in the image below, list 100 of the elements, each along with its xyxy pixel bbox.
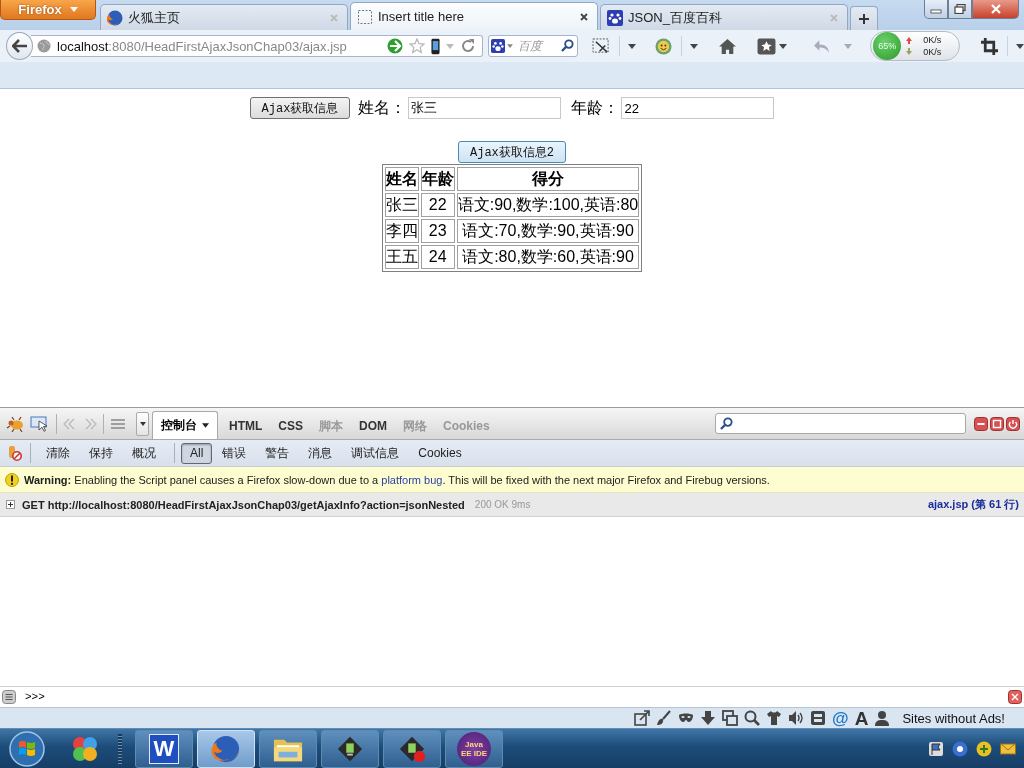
text-field[interactable]: 张三 — [408, 97, 562, 119]
windows-icon[interactable] — [722, 710, 739, 726]
url-text: localhost:8080/HeadFirstAjaxJsonChap03/ajax.jsp — [57, 38, 348, 54]
globe-icon — [37, 39, 52, 53]
start-orb-icon[interactable] — [9, 730, 45, 767]
table-cell: 李四 — [384, 219, 419, 243]
warning-icon — [5, 472, 19, 487]
arrow-left-icon — [11, 39, 28, 53]
home-icon[interactable] — [718, 37, 738, 55]
browser-tab[interactable]: JSON_百度百科 — [600, 4, 848, 30]
prohibit-sign-icon[interactable] — [8, 445, 22, 461]
flag-icon[interactable] — [928, 740, 944, 757]
speaker-icon[interactable] — [788, 710, 805, 726]
at-sign-glyph[interactable]: @ — [832, 708, 849, 728]
back-button[interactable] — [6, 32, 34, 60]
search-icon[interactable] — [744, 710, 761, 726]
diamond-icon — [335, 734, 365, 763]
fox-globe-icon — [211, 734, 241, 763]
table-cell: 24 — [420, 245, 455, 269]
minimize-icon[interactable] — [974, 416, 988, 431]
upload-rate: 0K/s — [923, 34, 942, 46]
taskbar-button[interactable] — [383, 729, 441, 768]
person-icon[interactable] — [874, 710, 891, 726]
taskbar-button[interactable] — [259, 729, 317, 768]
console-action-button[interactable]: 概况 — [123, 442, 165, 464]
browser-tab[interactable]: Insert title here — [350, 2, 598, 30]
go-arrow-icon[interactable] — [387, 38, 404, 54]
close-icon[interactable] — [579, 11, 589, 22]
address-field[interactable]: localhost:8080/HeadFirstAjaxJsonChap03/ajax.jsp — [31, 35, 484, 57]
filter-button[interactable]: 消息 — [299, 442, 342, 464]
console-action-button[interactable]: 清除 — [37, 442, 79, 464]
request-url[interactable]: GET http://localhost:8080/HeadFirstAjaxJsonChap03/getAjaxInfo?action=jsonNested — [22, 498, 465, 511]
panel-menu-button[interactable] — [136, 411, 149, 436]
brush-icon[interactable] — [656, 710, 673, 726]
console-action-button[interactable]: 保持 — [80, 442, 122, 464]
addon-status-text[interactable]: Sites without Ads! — [902, 710, 1005, 726]
table-cell: 语文:80,数学:60,英语:90 — [456, 245, 640, 269]
search-icon — [720, 417, 733, 430]
bug-icon[interactable] — [6, 415, 26, 432]
taskbar-button[interactable] — [321, 729, 379, 768]
panel-tab[interactable]: HTML — [221, 413, 271, 439]
drawer-icon[interactable] — [810, 710, 827, 726]
ring-icon[interactable] — [952, 740, 968, 757]
source-link[interactable]: ajax.jsp (第 61 行) — [927, 497, 1019, 512]
search-field[interactable] — [715, 413, 966, 434]
browser-tab[interactable]: 火狐主页 — [100, 4, 348, 30]
table-cell: 张三 — [384, 193, 419, 217]
network-speed-meter[interactable]: 65% 0K/s 0K/s — [870, 31, 961, 61]
font-glyph[interactable]: A — [854, 708, 869, 728]
text-field[interactable]: 22 — [621, 97, 775, 119]
share-icon[interactable] — [634, 710, 651, 726]
fetch-info-button[interactable]: Ajax获取信息 — [249, 97, 351, 119]
table-cell: 语文:90,数学:100,英语:80 — [456, 193, 640, 217]
inspect-icon[interactable] — [30, 415, 50, 432]
detach-icon[interactable] — [990, 416, 1004, 431]
app-logo: W — [149, 733, 179, 764]
filter-button[interactable]: Cookies — [409, 442, 471, 464]
filter-button[interactable]: All — [181, 442, 213, 464]
restore-button[interactable] — [948, 0, 972, 19]
panel-tab[interactable]: 控制台 — [152, 411, 218, 439]
taskbar-button[interactable]: Java EE IDE — [445, 729, 503, 768]
smiley-icon[interactable] — [654, 37, 674, 55]
field-label: 姓名： — [358, 97, 407, 118]
shirt-icon[interactable] — [766, 710, 783, 726]
caret-icon[interactable] — [628, 43, 637, 49]
reload-icon[interactable] — [460, 38, 477, 54]
search-icon[interactable] — [561, 39, 575, 52]
panel-tab[interactable]: DOM — [351, 413, 395, 439]
panel-tab[interactable]: CSS — [270, 413, 311, 439]
star-icon[interactable] — [409, 38, 426, 54]
menu-icon[interactable] — [2, 690, 16, 704]
filter-button[interactable]: 错误 — [213, 442, 256, 464]
close-button[interactable] — [972, 0, 1019, 19]
envelope-icon[interactable] — [1000, 740, 1016, 757]
caret-icon — [202, 423, 209, 428]
caret-icon[interactable] — [1016, 43, 1024, 49]
up-down-arrows-icon — [906, 36, 913, 56]
plus-circle-icon[interactable] — [976, 740, 992, 757]
table-cell: 王五 — [384, 245, 419, 269]
download-rate: 0K/s — [923, 46, 942, 58]
phone-icon[interactable] — [431, 37, 441, 55]
crop-icon[interactable] — [980, 37, 1000, 55]
new-tab-button[interactable] — [850, 6, 878, 30]
caret-icon[interactable] — [690, 43, 699, 49]
download-arrow-icon[interactable] — [700, 710, 717, 726]
taskbar-button[interactable]: W — [135, 729, 193, 768]
column-header: 年龄 — [420, 167, 455, 191]
close-icon[interactable] — [1008, 690, 1022, 704]
app-logo: Java EE IDE — [457, 731, 491, 766]
screenshot-icon[interactable] — [592, 37, 612, 55]
fetch-info-button[interactable]: Ajax获取信息2 — [458, 141, 566, 163]
fox-globe-icon — [107, 9, 123, 26]
percent-badge: 65% — [873, 32, 902, 60]
caret-icon[interactable] — [779, 43, 788, 49]
close-icon — [989, 4, 1002, 14]
filter-button[interactable]: 警告 — [256, 442, 299, 464]
expand-icon[interactable] — [6, 500, 15, 509]
filter-button[interactable]: 调试信息 — [342, 442, 409, 464]
paw-icon[interactable] — [491, 39, 506, 53]
power-icon[interactable] — [1006, 416, 1020, 431]
